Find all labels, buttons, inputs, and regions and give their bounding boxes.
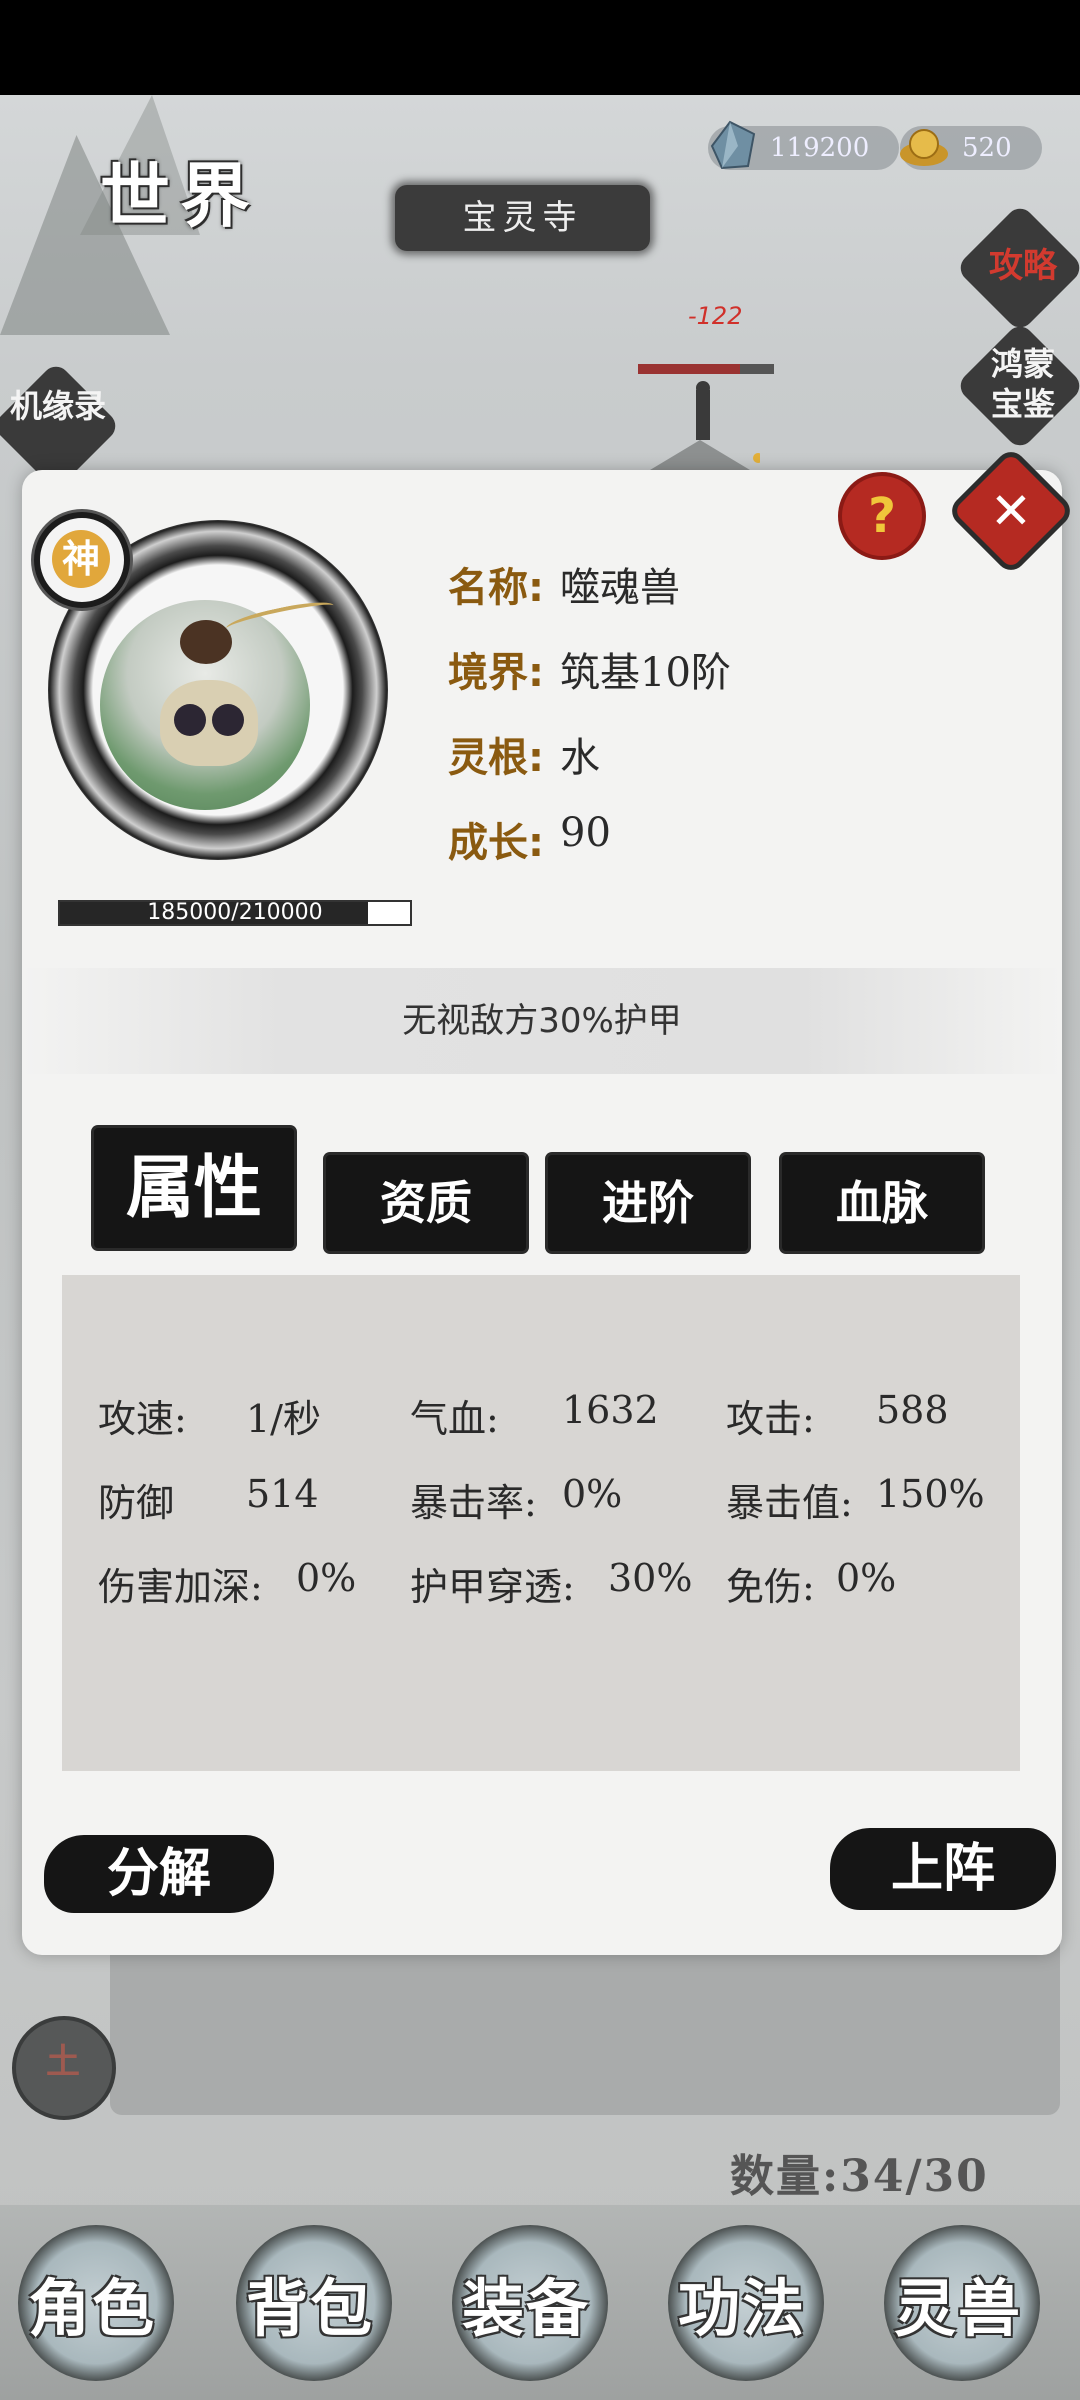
stat-label-attack-speed: 攻速:	[98, 1397, 187, 1441]
stat-value-damage-boost: 0%	[296, 1556, 357, 1600]
crystal-icon	[710, 120, 756, 170]
fortune-record-button-label[interactable]: 机缘录	[8, 386, 108, 426]
rank-badge-label: 神	[52, 530, 110, 588]
gold-ingot-icon	[900, 129, 948, 166]
spirit-root-label: 灵根:	[448, 735, 544, 781]
stats-panel	[62, 1275, 1020, 1771]
tab-advance[interactable]: 进阶	[548, 1155, 748, 1251]
stat-label-attack: 攻击:	[726, 1397, 815, 1441]
stat-value-defense: 514	[246, 1472, 319, 1516]
pet-count: 数量:34/30	[730, 2151, 989, 2202]
nav-spirit-beast-label[interactable]: 灵兽	[894, 2258, 1022, 2348]
deploy-button[interactable]: 上阵	[830, 1828, 1056, 1910]
skull-icon	[160, 680, 258, 766]
nav-character-label[interactable]: 角色	[28, 2258, 156, 2348]
stat-value-damage-reduction: 0%	[836, 1556, 897, 1600]
tab-bloodline[interactable]: 血脉	[782, 1155, 982, 1251]
tab-aptitude[interactable]: 资质	[326, 1155, 526, 1251]
stat-value-hp: 1632	[562, 1388, 659, 1432]
realm-label: 境界:	[448, 650, 544, 696]
stat-label-hp: 气血:	[410, 1397, 499, 1441]
tab-attributes[interactable]: 属性	[94, 1128, 294, 1248]
enemy-hp-bar-empty	[740, 364, 774, 374]
nav-equipment-label[interactable]: 装备	[462, 2258, 590, 2348]
stat-value-attack-speed: 1/秒	[246, 1397, 321, 1441]
stat-label-defense: 防御	[98, 1481, 175, 1525]
stat-label-damage-reduction: 免伤:	[726, 1565, 815, 1609]
realm-value: 筑基10阶	[560, 650, 731, 696]
stat-label-crit-damage: 暴击值:	[726, 1481, 853, 1525]
stat-value-crit-rate: 0%	[562, 1472, 623, 1516]
element-earth-label[interactable]: 土	[18, 2042, 108, 2082]
skull-eye	[212, 704, 244, 736]
stat-value-armor-pen: 30%	[608, 1556, 693, 1600]
stat-value-attack: 588	[876, 1388, 949, 1432]
status-bar	[0, 0, 1080, 95]
stat-label-crit-rate: 暴击率:	[410, 1481, 537, 1525]
nav-skills-label[interactable]: 功法	[678, 2258, 806, 2348]
location-banner: 宝灵寺	[395, 185, 650, 251]
crystal-counter: 119200	[708, 120, 900, 170]
name-value: 噬魂兽	[560, 565, 680, 611]
treasure-book-button-label[interactable]: 鸿蒙宝鉴	[982, 344, 1064, 424]
decompose-button[interactable]: 分解	[44, 1835, 274, 1913]
stat-value-crit-damage: 150%	[876, 1472, 985, 1516]
strategy-button-label[interactable]: 攻略	[978, 246, 1068, 286]
skill-description: 无视敌方30%护甲	[402, 1001, 682, 1041]
name-label: 名称:	[448, 565, 544, 611]
close-icon[interactable]: ✕	[970, 470, 1052, 552]
gold-counter: 520	[900, 126, 1042, 170]
damage-number: -122	[688, 302, 743, 330]
growth-value: 90	[560, 810, 611, 856]
crystal-value: 119200	[770, 133, 870, 163]
spirit-root-value: 水	[560, 735, 600, 781]
exp-text: 185000/210000	[147, 900, 323, 925]
stat-label-damage-boost: 伤害加深:	[98, 1565, 263, 1609]
enemy-hp-bar	[638, 364, 740, 374]
help-button[interactable]: ?	[842, 476, 922, 556]
world-title: 世界	[100, 154, 260, 237]
skull-eye	[174, 704, 206, 736]
bomb-icon	[180, 620, 232, 664]
growth-label: 成长:	[448, 820, 544, 866]
nav-backpack-label[interactable]: 背包	[246, 2258, 374, 2348]
stat-label-armor-pen: 护甲穿透:	[410, 1565, 575, 1609]
gold-value: 520	[962, 133, 1012, 163]
enemy-figure-icon	[650, 381, 760, 470]
